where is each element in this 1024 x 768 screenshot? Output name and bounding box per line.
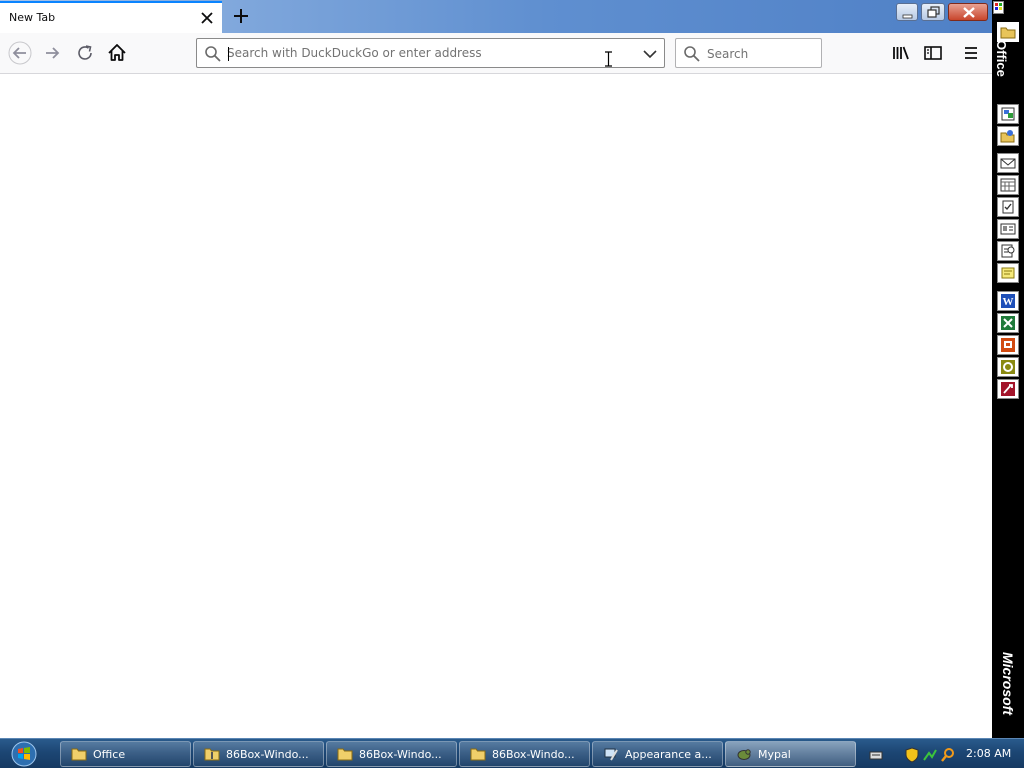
back-button[interactable]	[8, 41, 32, 65]
excel-button[interactable]	[997, 313, 1019, 333]
folder-icon	[470, 748, 486, 761]
taskbar-item-label: Office	[93, 748, 126, 761]
forward-arrow-icon	[46, 47, 60, 59]
word-button[interactable]: W	[997, 291, 1019, 311]
ibeam-cursor-icon	[605, 51, 612, 67]
new-appointment-icon	[1000, 178, 1016, 192]
tab-new-tab[interactable]: New Tab	[0, 1, 222, 33]
new-note-icon	[1001, 267, 1015, 279]
microsoft-brand-text: Microsoft	[1000, 652, 1016, 715]
powerpoint-button[interactable]	[997, 335, 1019, 355]
menu-button[interactable]	[959, 41, 983, 65]
minimize-icon	[902, 14, 913, 19]
search-input[interactable]	[707, 44, 815, 63]
library-button[interactable]	[889, 41, 913, 65]
tab-title: New Tab	[9, 11, 56, 24]
new-task-button[interactable]	[997, 197, 1019, 217]
network-icon[interactable]	[922, 747, 938, 763]
taskbar-item-appearance[interactable]: Appearance a...	[592, 741, 723, 767]
browser-window: New Tab	[0, 0, 992, 738]
restore-button[interactable]	[921, 3, 945, 21]
keyboard-icon[interactable]	[868, 747, 884, 763]
publisher-icon	[1001, 360, 1015, 374]
shield-icon[interactable]	[904, 747, 920, 763]
new-tab-icon[interactable]	[231, 6, 251, 26]
minimize-button[interactable]	[896, 3, 918, 21]
new-journal-entry-button[interactable]	[997, 241, 1019, 261]
sidebar-icon	[924, 46, 942, 60]
office-bar-label: Office	[994, 40, 1022, 90]
clock[interactable]: 2:08 AM	[966, 747, 1011, 760]
reload-button[interactable]	[73, 41, 97, 65]
microsoft-brand: Microsoft	[996, 652, 1020, 732]
title-bar: New Tab	[0, 0, 992, 33]
new-contact-button[interactable]	[997, 219, 1019, 239]
page-content	[0, 74, 992, 738]
new-appointment-button[interactable]	[997, 175, 1019, 195]
home-icon	[108, 44, 126, 61]
library-icon	[893, 46, 909, 60]
taskbar-item-86box-1[interactable]: 86Box-Windo...	[193, 741, 324, 767]
taskbar: Office 86Box-Windo... 86Box-Windo... 86B…	[0, 738, 1024, 768]
search-bar[interactable]	[675, 38, 822, 68]
reload-icon	[78, 45, 92, 60]
address-input[interactable]	[227, 43, 627, 63]
new-contact-icon	[1000, 223, 1016, 235]
taskbar-item-86box-2[interactable]: 86Box-Windo...	[326, 741, 457, 767]
access-button[interactable]	[997, 379, 1019, 399]
publisher-button[interactable]	[997, 357, 1019, 377]
sidebar-button[interactable]	[921, 41, 945, 65]
taskbar-item-label: Mypal	[758, 748, 791, 761]
search-icon	[684, 46, 700, 62]
taskbar-item-label: 86Box-Windo...	[359, 748, 442, 761]
search-icon	[205, 46, 221, 62]
display-settings-icon	[604, 748, 618, 761]
office-label-text: Office	[994, 40, 1009, 77]
search-icon[interactable]	[940, 747, 956, 763]
new-office-document-icon	[1001, 107, 1015, 121]
text-caret	[228, 47, 229, 61]
forward-button[interactable]	[41, 41, 65, 65]
office-shortcut-bar: Office W Microsoft	[992, 0, 1024, 738]
folder-icon	[337, 748, 353, 761]
archive-folder-icon	[204, 748, 220, 761]
new-task-icon	[1002, 200, 1014, 214]
new-journal-entry-icon	[1001, 244, 1015, 258]
mypal-icon	[737, 749, 751, 760]
new-message-button[interactable]	[997, 153, 1019, 173]
chevron-down-icon[interactable]	[642, 47, 658, 61]
open-office-document-button[interactable]	[997, 126, 1019, 146]
start-button[interactable]	[8, 740, 40, 768]
new-message-icon	[1000, 158, 1016, 169]
navigation-toolbar	[0, 33, 992, 74]
office-bar-control-icon[interactable]	[993, 1, 1004, 14]
access-icon	[1001, 382, 1015, 396]
system-tray: 2:08 AM	[862, 741, 1024, 767]
taskbar-item-label: 86Box-Windo...	[492, 748, 575, 761]
taskbar-item-office[interactable]: Office	[60, 741, 191, 767]
home-button[interactable]	[105, 41, 129, 65]
open-office-document-icon	[1000, 130, 1015, 143]
back-arrow-icon	[8, 41, 32, 65]
restore-icon	[927, 6, 940, 18]
close-icon	[963, 7, 975, 18]
close-tab-icon[interactable]	[199, 10, 215, 26]
new-office-document-button[interactable]	[997, 104, 1019, 124]
hamburger-menu-icon	[965, 47, 977, 59]
word-icon: W	[1001, 294, 1015, 308]
svg-text:W: W	[1003, 296, 1014, 308]
powerpoint-icon	[1001, 338, 1015, 352]
taskbar-item-label: Appearance a...	[625, 748, 712, 761]
excel-icon	[1001, 316, 1015, 330]
close-window-button[interactable]	[948, 3, 988, 21]
taskbar-item-mypal[interactable]: Mypal	[725, 741, 856, 767]
ob-folder-button[interactable]	[997, 22, 1019, 42]
folder-icon	[71, 748, 87, 761]
taskbar-item-86box-3[interactable]: 86Box-Windo...	[459, 741, 590, 767]
taskbar-item-label: 86Box-Windo...	[226, 748, 309, 761]
new-note-button[interactable]	[997, 263, 1019, 283]
address-bar[interactable]	[196, 38, 665, 68]
folder-icon	[1000, 27, 1016, 39]
